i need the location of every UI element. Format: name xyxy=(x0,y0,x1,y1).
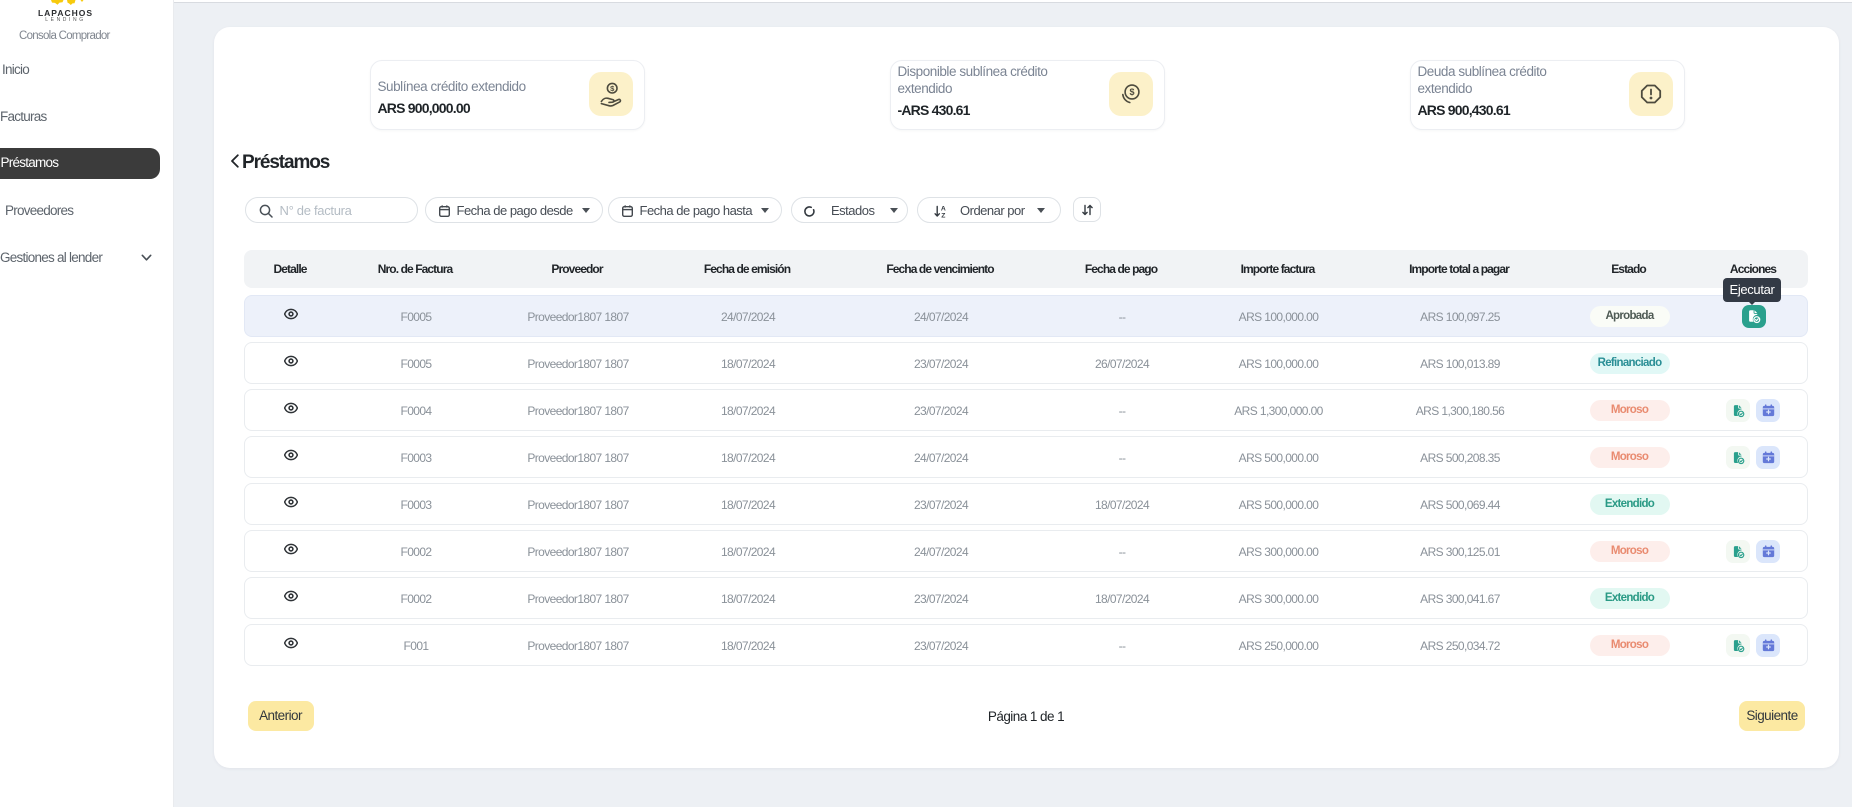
svg-text:Z: Z xyxy=(941,212,945,218)
svg-text:$: $ xyxy=(610,84,615,93)
svg-text:$: $ xyxy=(1129,87,1134,97)
